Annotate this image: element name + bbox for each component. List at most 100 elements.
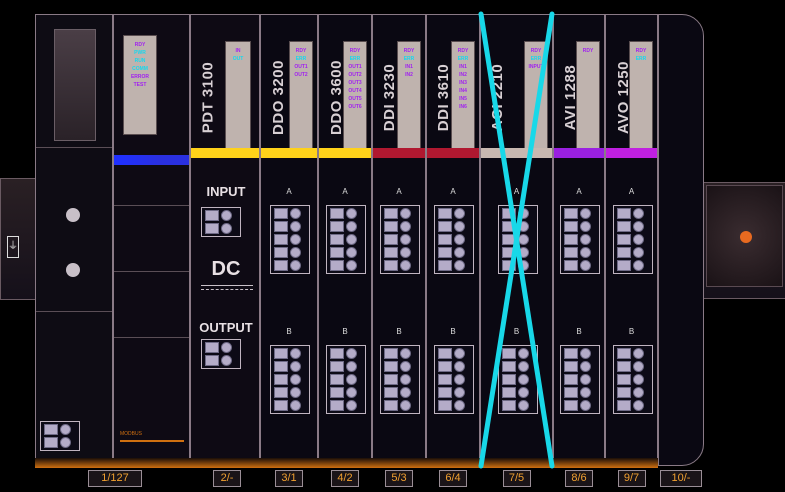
io-module-ddo-3600[interactable]: DDO 3600 RDY ERR OUT1 OUT2 OUT3 OUT4 OUT5 OUT6 A B [318, 14, 372, 466]
led-label: COMM [132, 66, 148, 72]
terminal-block-a-marker: A [576, 187, 582, 196]
pdt-module[interactable]: PDT 3100 IN OUT INPUT DC OUTPUT [190, 14, 260, 466]
terminal-block-b-marker: B [450, 327, 456, 336]
led-label: ERR [530, 56, 542, 62]
pdt-led-panel: IN OUT [225, 41, 251, 151]
led-label: RDY [403, 48, 415, 54]
led-label: OUT3 [348, 80, 362, 86]
io-module-avi-1288[interactable]: AVI 1288 RDY A B [553, 14, 605, 466]
led-label: OUT2 [348, 72, 362, 78]
terminal-block-a[interactable] [497, 205, 538, 274]
slot-label: 6/4 [439, 470, 467, 487]
slot-label: 3/1 [275, 470, 303, 487]
led-label: OUT1 [294, 64, 308, 70]
slot-label: 7/5 [502, 470, 531, 487]
module-led-panel: RDY ERR [629, 41, 653, 151]
terminal-block-b[interactable] [497, 345, 538, 414]
led-label: OUT2 [294, 72, 308, 78]
led-label: IN3 [459, 80, 467, 86]
led-label: IN1 [459, 64, 467, 70]
module-color-strip [606, 148, 657, 158]
led-label: RDY [635, 48, 647, 54]
end-plate-led-icon [740, 231, 752, 243]
power-supply-module[interactable] [35, 14, 113, 466]
led-label: RDY [134, 42, 146, 48]
module-name: DDO 3200 [269, 59, 287, 135]
terminal-block-a-marker: A [342, 187, 348, 196]
dc-symbol-icon [201, 285, 253, 290]
led-label: OUT [232, 56, 244, 62]
led-label: OUT4 [348, 88, 362, 94]
module-led-panel: RDY [576, 41, 600, 151]
bottom-connector-strip [35, 458, 658, 468]
terminal-block-b[interactable] [270, 345, 310, 414]
io-module-aci-2210[interactable]: ACI 2210 RDY ERR INPUT A B [480, 14, 553, 466]
psu-terminal-block[interactable] [40, 421, 80, 451]
module-led-panel: RDY ERR INPUT [524, 41, 548, 151]
module-led-panel: RDY ERR IN1 IN2 [397, 41, 421, 151]
terminal-block-b[interactable] [434, 345, 474, 414]
module-led-panel: RDY ERR OUT1 OUT2 [289, 41, 313, 151]
pdt-color-strip [191, 148, 259, 158]
io-module-ddo-3200[interactable]: DDO 3200 RDY ERR OUT1 OUT2 A B [260, 14, 318, 466]
led-label: OUT1 [348, 64, 362, 70]
led-label: RDY [457, 48, 469, 54]
terminal-block-a-marker: A [628, 187, 635, 196]
module-led-panel: RDY ERR OUT1 OUT2 OUT3 OUT4 OUT5 OUT6 [343, 41, 367, 151]
mount-screw-top-icon [66, 208, 80, 222]
end-plate[interactable] [706, 185, 783, 287]
terminal-block-a[interactable] [270, 205, 310, 274]
led-label: ERR [349, 56, 361, 62]
pdt-input-label: INPUT [206, 184, 246, 199]
terminal-block-a[interactable] [612, 205, 653, 274]
module-color-strip [427, 148, 479, 158]
terminal-block-a-marker: A [396, 187, 402, 196]
terminal-block-a[interactable] [326, 205, 366, 274]
pdt-input-terminal[interactable] [201, 207, 241, 237]
slot-label: 8/6 [565, 470, 593, 487]
terminal-block-b-marker: B [576, 327, 582, 336]
terminal-block-a-marker: A [513, 187, 520, 196]
pdt-output-terminal[interactable] [201, 339, 241, 369]
module-color-strip [319, 148, 371, 158]
led-label: PWR [134, 50, 146, 56]
led-label: IN2 [405, 72, 413, 78]
terminal-block-b-marker: B [286, 327, 292, 336]
terminal-block-b[interactable] [612, 345, 653, 414]
led-label: RDY [295, 48, 307, 54]
terminal-block-a[interactable] [560, 205, 600, 274]
terminal-block-b[interactable] [326, 345, 366, 414]
terminal-block-b-marker: B [628, 327, 635, 336]
io-module-avo-1250[interactable]: AVO 1250 RDY ERR A B [605, 14, 658, 466]
io-module-ddi-3610[interactable]: DDI 3610 RDY ERR IN1 IN2 IN3 IN4 IN5 IN6 A B [426, 14, 480, 466]
led-label: RDY [582, 48, 594, 54]
cpu-module[interactable]: RDY PWR RUN COMM ERROR TEST MODBUS [113, 14, 190, 466]
terminal-block-a[interactable] [434, 205, 474, 274]
terminal-block-b[interactable] [380, 345, 420, 414]
module-color-strip [554, 148, 604, 158]
led-label: INPUT [528, 64, 544, 70]
pdt-name: PDT 3100 [199, 61, 217, 133]
led-label: RUN [134, 58, 146, 64]
terminal-block-b-marker: B [396, 327, 402, 336]
terminal-block-b[interactable] [560, 345, 600, 414]
terminal-block-a[interactable] [380, 205, 420, 274]
io-module-ddi-3230[interactable]: DDI 3230 RDY ERR IN1 IN2 A B [372, 14, 426, 466]
module-color-strip [373, 148, 425, 158]
led-label: ERROR [130, 74, 150, 80]
mount-screw-bottom-icon [66, 263, 80, 277]
led-label: IN6 [459, 104, 467, 110]
led-label: IN4 [459, 88, 467, 94]
module-color-strip [261, 148, 317, 158]
pdt-output-label: OUTPUT [199, 320, 253, 335]
terminal-block-b-marker: B [513, 327, 520, 336]
led-label: RDY [530, 48, 542, 54]
slot-label-pdt: 2/- [213, 470, 241, 487]
terminal-block-a-marker: A [450, 187, 456, 196]
slot-label-power-supply: 1/127 [88, 470, 142, 487]
pdt-dc-label: DC [211, 258, 241, 280]
psu-display-window [54, 29, 96, 141]
terminator-module[interactable] [658, 14, 704, 466]
cpu-footer-text: MODBUS [120, 431, 142, 437]
led-label: IN [235, 48, 241, 54]
